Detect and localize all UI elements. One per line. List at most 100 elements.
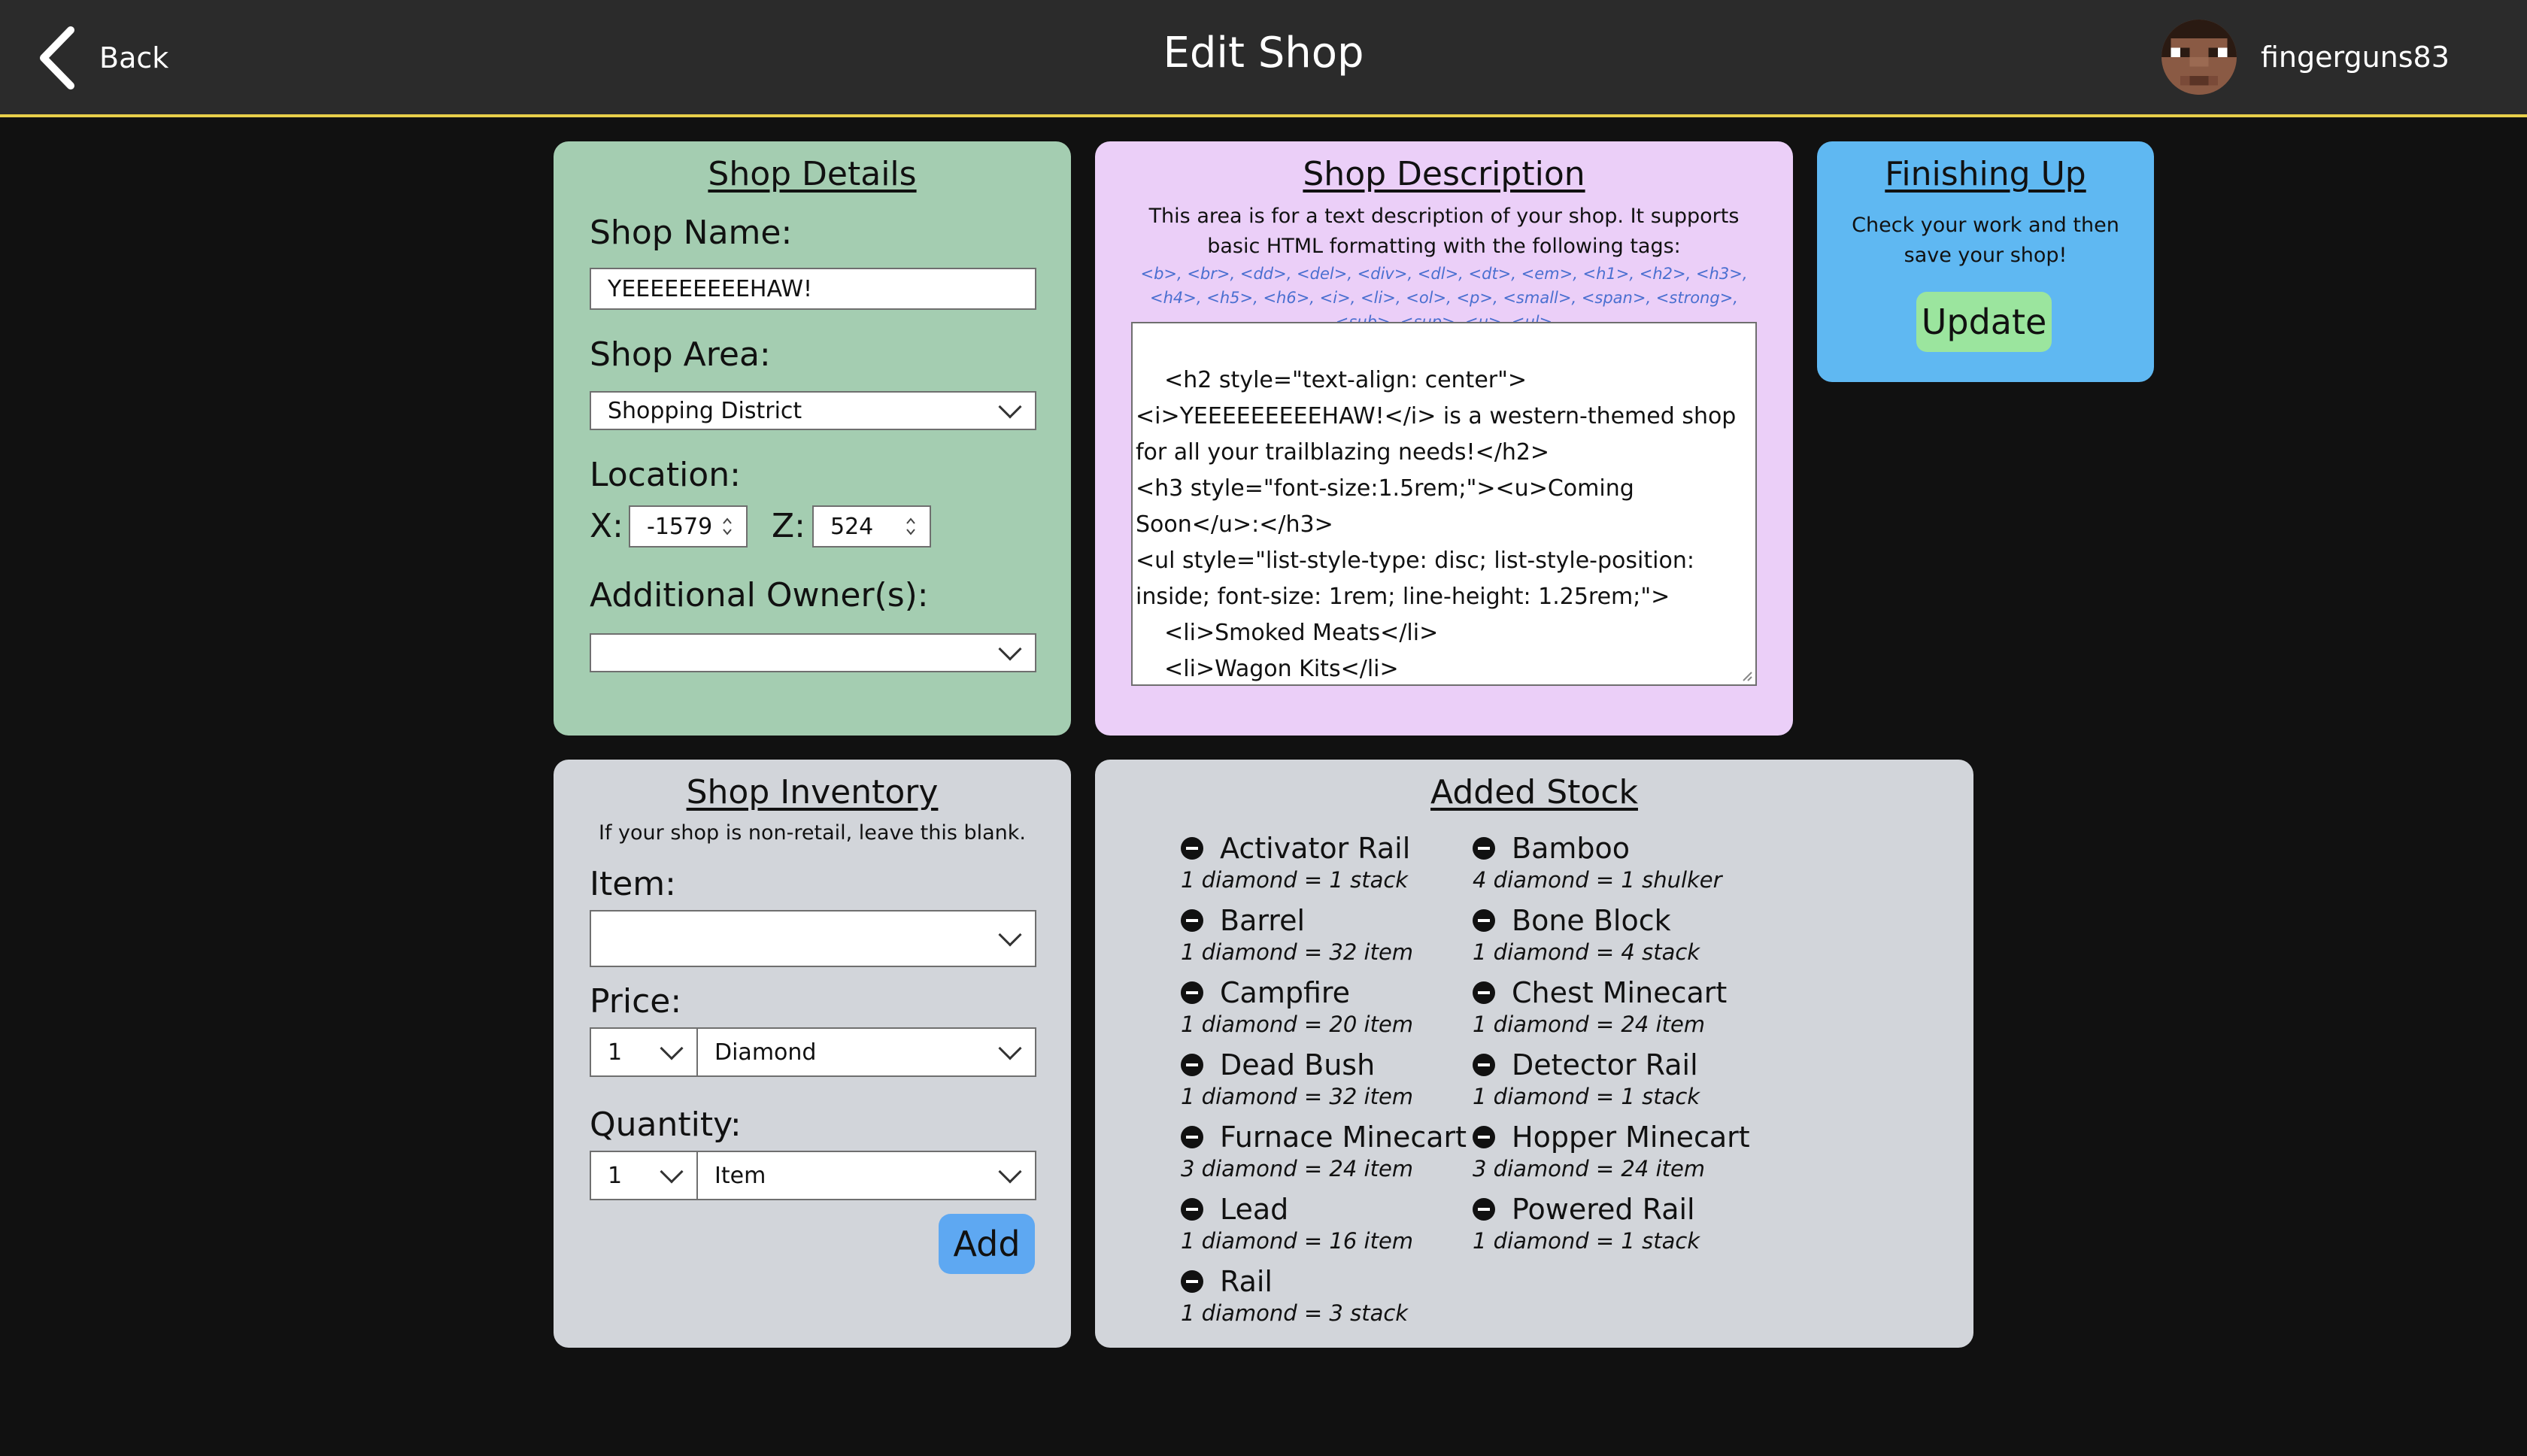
- avatar: [2161, 20, 2237, 95]
- stock-item-price: 1 diamond = 1 stack: [1181, 867, 1409, 893]
- stock-item-price: 4 diamond = 1 shulker: [1473, 867, 1722, 893]
- top-bar: Back Edit Shop fingerguns83: [0, 0, 2527, 117]
- stock-item-name: Rail: [1220, 1265, 1273, 1298]
- stock-item-name: Detector Rail: [1512, 1048, 1698, 1081]
- stock-item: Powered Rail 1 diamond = 1 stack: [1473, 1193, 1700, 1256]
- resize-handle-icon[interactable]: [1740, 669, 1752, 681]
- update-button[interactable]: Update: [1916, 292, 2052, 352]
- stock-item: Furnace Minecart 3 diamond = 24 item: [1181, 1121, 1467, 1184]
- description-text: <h2 style="text-align: center"><i>YEEEEE…: [1136, 367, 1737, 682]
- stock-item-price: 1 diamond = 16 item: [1181, 1228, 1414, 1254]
- additional-owners-select[interactable]: [590, 633, 1036, 672]
- remove-icon[interactable]: [1473, 1198, 1495, 1221]
- chevron-down-icon: [998, 637, 1022, 661]
- x-coordinate-value: -1579: [647, 513, 713, 540]
- remove-icon[interactable]: [1473, 1126, 1495, 1148]
- stock-item-price: 1 diamond = 32 item: [1181, 1084, 1414, 1109]
- stock-item: Bone Block 1 diamond = 4 stack: [1473, 904, 1700, 967]
- remove-icon[interactable]: [1181, 909, 1203, 932]
- stock-item-price: 1 diamond = 4 stack: [1473, 939, 1700, 965]
- z-label: Z:: [772, 507, 805, 545]
- chevron-down-icon: [998, 395, 1022, 419]
- stock-item-price: 3 diamond = 24 item: [1473, 1156, 1706, 1181]
- quantity-amount-value: 1: [608, 1162, 623, 1189]
- remove-icon[interactable]: [1473, 981, 1495, 1004]
- spinner-arrows-icon: [906, 517, 915, 535]
- chevron-down-icon: [998, 1160, 1022, 1184]
- remove-icon[interactable]: [1181, 837, 1203, 860]
- description-help-text: This area is for a text description of y…: [1148, 205, 1740, 258]
- location-label: Location:: [590, 456, 741, 494]
- stock-item-name: Activator Rail: [1220, 832, 1411, 865]
- shop-details-card: Shop Details Shop Name: YEEEEEEEEEHAW! S…: [554, 141, 1071, 736]
- price-currency-select[interactable]: Diamond: [696, 1027, 1036, 1077]
- stock-item-price: 1 diamond = 20 item: [1181, 1012, 1414, 1037]
- shop-description-card: Shop Description This area is for a text…: [1095, 141, 1793, 736]
- shop-inventory-title: Shop Inventory: [686, 773, 939, 811]
- shop-area-select[interactable]: Shopping District: [590, 391, 1036, 430]
- stock-item-name: Hopper Minecart: [1512, 1121, 1750, 1154]
- stock-item-name: Barrel: [1220, 904, 1306, 937]
- stock-item-name: Dead Bush: [1220, 1048, 1376, 1081]
- x-coordinate-input[interactable]: -1579: [629, 505, 748, 548]
- stock-item-price: 3 diamond = 24 item: [1181, 1156, 1414, 1181]
- shop-name-label: Shop Name:: [590, 214, 793, 252]
- chevron-down-icon: [660, 1160, 684, 1184]
- remove-icon[interactable]: [1181, 1126, 1203, 1148]
- remove-icon[interactable]: [1473, 1054, 1495, 1076]
- stock-item-name: Chest Minecart: [1512, 976, 1728, 1009]
- quantity-unit-select[interactable]: Item: [696, 1151, 1036, 1200]
- price-amount-select[interactable]: 1: [590, 1027, 698, 1077]
- stock-item: Detector Rail 1 diamond = 1 stack: [1473, 1048, 1700, 1112]
- quantity-unit-value: Item: [714, 1162, 766, 1189]
- chevron-down-icon: [660, 1036, 684, 1060]
- remove-icon[interactable]: [1473, 909, 1495, 932]
- username: fingerguns83: [2261, 41, 2450, 74]
- stock-item: Hopper Minecart 3 diamond = 24 item: [1473, 1121, 1750, 1184]
- price-amount-value: 1: [608, 1039, 623, 1066]
- user-menu[interactable]: fingerguns83: [2161, 20, 2450, 95]
- page-title: Edit Shop: [1163, 29, 1364, 77]
- stock-item: Lead 1 diamond = 16 item: [1181, 1193, 1413, 1256]
- finishing-up-card: Finishing Up Check your work and then sa…: [1817, 141, 2154, 382]
- stock-item-price: 1 diamond = 1 stack: [1473, 1084, 1700, 1109]
- stock-item-name: Lead: [1220, 1193, 1289, 1226]
- shop-name-input[interactable]: YEEEEEEEEEHAW!: [590, 268, 1036, 310]
- description-textarea[interactable]: <h2 style="text-align: center"><i>YEEEEE…: [1131, 322, 1757, 686]
- stock-item: Campfire 1 diamond = 20 item: [1181, 976, 1413, 1039]
- z-coordinate-input[interactable]: 524: [812, 505, 931, 548]
- quantity-label: Quantity:: [590, 1106, 742, 1144]
- stock-item: Bamboo 4 diamond = 1 shulker: [1473, 832, 1722, 895]
- stock-item-price: 1 diamond = 32 item: [1181, 939, 1414, 965]
- stock-item-name: Bone Block: [1512, 904, 1671, 937]
- chevron-down-icon: [998, 1036, 1022, 1060]
- added-stock-card: Added Stock Activator Rail 1 diamond = 1…: [1095, 760, 1973, 1348]
- finishing-up-title: Finishing Up: [1885, 155, 2086, 193]
- inventory-note: If your shop is non-retail, leave this b…: [598, 821, 1026, 845]
- remove-icon[interactable]: [1181, 1054, 1203, 1076]
- spinner-arrows-icon: [723, 517, 732, 535]
- stock-item: Activator Rail 1 diamond = 1 stack: [1181, 832, 1410, 895]
- stock-item-name: Bamboo: [1512, 832, 1630, 865]
- remove-icon[interactable]: [1181, 1270, 1203, 1293]
- remove-icon[interactable]: [1473, 837, 1495, 860]
- price-currency-value: Diamond: [714, 1039, 817, 1066]
- chevron-down-icon: [998, 923, 1022, 947]
- remove-icon[interactable]: [1181, 981, 1203, 1004]
- additional-owners-label: Additional Owner(s):: [590, 576, 929, 614]
- add-button[interactable]: Add: [939, 1214, 1035, 1274]
- stock-item-name: Furnace Minecart: [1220, 1121, 1467, 1154]
- shop-details-title: Shop Details: [708, 155, 917, 193]
- item-label: Item:: [590, 865, 676, 903]
- shop-name-value: YEEEEEEEEEHAW!: [608, 275, 813, 302]
- item-select[interactable]: [590, 910, 1036, 967]
- shop-description-title: Shop Description: [1303, 155, 1585, 193]
- stock-item-price: 1 diamond = 1 stack: [1473, 1228, 1700, 1254]
- remove-icon[interactable]: [1181, 1198, 1203, 1221]
- stock-item-name: Powered Rail: [1512, 1193, 1695, 1226]
- shop-area-value: Shopping District: [608, 397, 802, 424]
- quantity-amount-select[interactable]: 1: [590, 1151, 698, 1200]
- stock-item-name: Campfire: [1220, 976, 1351, 1009]
- stock-item: Rail 1 diamond = 3 stack: [1181, 1265, 1408, 1328]
- price-label: Price:: [590, 982, 682, 1021]
